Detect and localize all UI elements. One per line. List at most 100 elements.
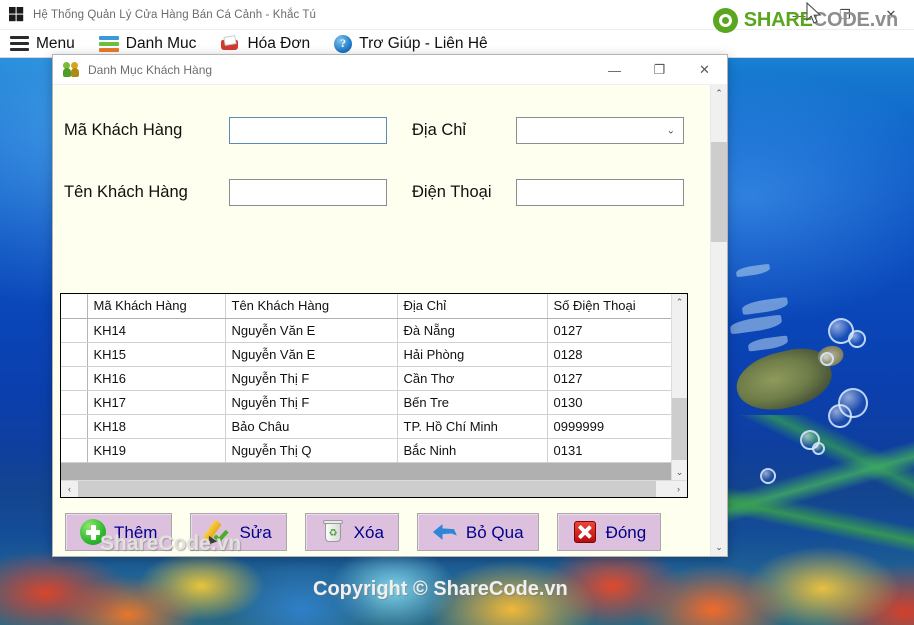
- menu-item-danh-muc[interactable]: Danh Muc: [98, 34, 211, 52]
- cell-ten-khach-hang[interactable]: Nguyễn Thị F: [225, 366, 398, 391]
- menu-item-tro-giup[interactable]: ? Trơ Giúp - Liên Hê: [334, 34, 501, 53]
- menu-item-menu[interactable]: Menu: [10, 36, 89, 52]
- row-selector[interactable]: [61, 318, 88, 343]
- input-dien-thoai[interactable]: [516, 179, 684, 206]
- cell-ten-khach-hang[interactable]: Bảo Châu: [225, 414, 398, 439]
- close-dialog-button[interactable]: Đóng: [556, 513, 662, 551]
- table-row[interactable]: KH17 Nguyễn Thị F Bến Tre 0130: [61, 390, 671, 415]
- menu-item-danh-muc-label: Danh Muc: [125, 34, 197, 52]
- grid-scroll-left-button[interactable]: ‹: [61, 481, 78, 498]
- grid-horizontal-scrollbar[interactable]: ‹ ›: [61, 480, 687, 497]
- table-row[interactable]: KH18 Bảo Châu TP. Hồ Chí Minh 0999999: [61, 414, 671, 439]
- grid-scroll-down-button[interactable]: ⌄: [672, 464, 687, 480]
- customer-catalog-dialog: Danh Mục Khách Hàng — ❐ ✕ Mã Khách Hàng …: [52, 54, 728, 557]
- brand-green-part: SHARE: [743, 9, 813, 31]
- grid-header-row: Mã Khách Hàng Tên Khách Hàng Địa Chỉ Số …: [61, 294, 671, 319]
- column-header-ma-khach-hang[interactable]: Mã Khách Hàng: [87, 294, 226, 319]
- cell-so-dien-thoai[interactable]: 0127: [547, 318, 671, 343]
- bubble: [760, 468, 776, 484]
- add-button[interactable]: Thêm: [65, 513, 173, 551]
- cell-so-dien-thoai[interactable]: 0130: [547, 390, 671, 415]
- hamburger-icon: [10, 36, 29, 51]
- stack-list-icon: [98, 35, 119, 52]
- edit-icon: [202, 519, 231, 548]
- edit-button[interactable]: Sửa: [190, 513, 287, 551]
- cell-ma-khach-hang[interactable]: KH17: [87, 390, 226, 415]
- cell-ten-khach-hang[interactable]: Nguyễn Văn E: [225, 342, 398, 367]
- combobox-dia-chi[interactable]: ⌄: [516, 117, 684, 144]
- cell-dia-chi[interactable]: Đà Nẵng: [397, 318, 548, 343]
- table-row[interactable]: KH15 Nguyễn Văn E Hải Phòng 0128: [61, 342, 671, 367]
- grid-empty-space: [61, 462, 671, 480]
- main-menu-bar: Menu Danh Muc Hóa Đơn ? Trơ Giúp - Liên …: [0, 30, 914, 57]
- dialog-vscroll-thumb[interactable]: [710, 142, 727, 242]
- row-selector[interactable]: [61, 438, 88, 463]
- cell-ten-khach-hang[interactable]: Nguyễn Thị Q: [225, 438, 398, 463]
- cell-ma-khach-hang[interactable]: KH18: [87, 414, 226, 439]
- input-ten-khach-hang[interactable]: [229, 179, 387, 206]
- column-header-so-dien-thoai[interactable]: Số Điện Thoại: [547, 294, 671, 319]
- delete-button[interactable]: ♻ Xóa: [304, 513, 399, 551]
- row-selector-header[interactable]: [61, 294, 88, 319]
- dialog-scroll-down-button[interactable]: ⌄: [710, 539, 727, 556]
- dialog-content: Mã Khách Hàng Địa Chỉ ⌄ Tên Khách Hàng Đ…: [53, 85, 710, 556]
- cell-so-dien-thoai[interactable]: 0128: [547, 342, 671, 367]
- menu-item-hoa-don[interactable]: Hóa Đơn: [220, 34, 324, 52]
- cell-ma-khach-hang[interactable]: KH16: [87, 366, 226, 391]
- field-group-ten-khach-hang: Tên Khách Hàng: [64, 179, 387, 206]
- label-ten-khach-hang: Tên Khách Hàng: [64, 183, 188, 201]
- column-header-ten-khach-hang[interactable]: Tên Khách Hàng: [225, 294, 398, 319]
- bubble: [848, 330, 866, 348]
- grid-vscroll-thumb[interactable]: [672, 398, 687, 460]
- table-row[interactable]: KH14 Nguyễn Văn E Đà Nẵng 0127: [61, 318, 671, 343]
- help-question-icon: ?: [334, 34, 353, 53]
- close-red-icon: [572, 519, 598, 545]
- dialog-vscroll-track[interactable]: [710, 102, 727, 539]
- dialog-minimize-button[interactable]: —: [592, 55, 637, 85]
- input-ma-khach-hang[interactable]: [229, 117, 387, 144]
- dialog-scroll-up-button[interactable]: ⌃: [710, 85, 727, 102]
- cell-dia-chi[interactable]: Bến Tre: [397, 390, 548, 415]
- table-row[interactable]: KH16 Nguyễn Thị F Cần Thơ 0127: [61, 366, 671, 391]
- cancel-button[interactable]: Bỏ Qua: [416, 513, 539, 551]
- cell-ten-khach-hang[interactable]: Nguyễn Thị F: [225, 390, 398, 415]
- cell-so-dien-thoai[interactable]: 0131: [547, 438, 671, 463]
- cell-dia-chi[interactable]: TP. Hồ Chí Minh: [397, 414, 548, 439]
- field-group-dien-thoai: Điện Thoại: [412, 179, 684, 206]
- cell-dia-chi[interactable]: Hải Phòng: [397, 342, 548, 367]
- grid-scroll-up-button[interactable]: ⌃: [672, 294, 687, 310]
- cell-ten-khach-hang[interactable]: Nguyễn Văn E: [225, 318, 398, 343]
- grid-vertical-scrollbar[interactable]: ⌃ ⌄: [671, 294, 687, 480]
- cell-dia-chi[interactable]: Cần Thơ: [397, 366, 548, 391]
- customer-data-grid[interactable]: Mã Khách Hàng Tên Khách Hàng Địa Chỉ Số …: [60, 293, 688, 498]
- cell-dia-chi[interactable]: Bắc Ninh: [397, 438, 548, 463]
- grid-hscroll-track[interactable]: [78, 480, 670, 497]
- field-group-ma-khach-hang: Mã Khách Hàng: [64, 117, 387, 144]
- dialog-vertical-scrollbar[interactable]: ⌃ ⌄: [710, 85, 727, 556]
- sharecode-logo-icon: [712, 8, 738, 33]
- cell-so-dien-thoai[interactable]: 0999999: [547, 414, 671, 439]
- dialog-close-button[interactable]: ✕: [682, 55, 727, 85]
- cell-ma-khach-hang[interactable]: KH15: [87, 342, 226, 367]
- column-header-dia-chi[interactable]: Địa Chỉ: [397, 294, 548, 319]
- cell-ma-khach-hang[interactable]: KH14: [87, 318, 226, 343]
- close-dialog-button-label: Đóng: [605, 522, 647, 542]
- row-selector[interactable]: [61, 366, 88, 391]
- grid-scroll-right-button[interactable]: ›: [670, 481, 687, 498]
- cell-so-dien-thoai[interactable]: 0127: [547, 366, 671, 391]
- bubble: [820, 352, 834, 366]
- dialog-maximize-button[interactable]: ❐: [637, 55, 682, 85]
- grid-columns-area: Mã Khách Hàng Tên Khách Hàng Địa Chỉ Số …: [61, 294, 671, 480]
- delete-icon: ♻: [320, 519, 346, 545]
- grid-vscroll-track[interactable]: [672, 310, 687, 464]
- row-selector[interactable]: [61, 390, 88, 415]
- back-arrow-icon: [432, 519, 458, 545]
- windows-logo-icon: [9, 7, 24, 22]
- table-row[interactable]: KH19 Nguyễn Thị Q Bắc Ninh 0131: [61, 438, 671, 463]
- main-window-title: Hệ Thống Quản Lý Cửa Hàng Bán Cá Cảnh - …: [33, 8, 317, 21]
- grid-hscroll-thumb[interactable]: [78, 480, 656, 497]
- edit-button-label: Sửa: [239, 522, 272, 542]
- row-selector[interactable]: [61, 342, 88, 367]
- row-selector[interactable]: [61, 414, 88, 439]
- cell-ma-khach-hang[interactable]: KH19: [87, 438, 226, 463]
